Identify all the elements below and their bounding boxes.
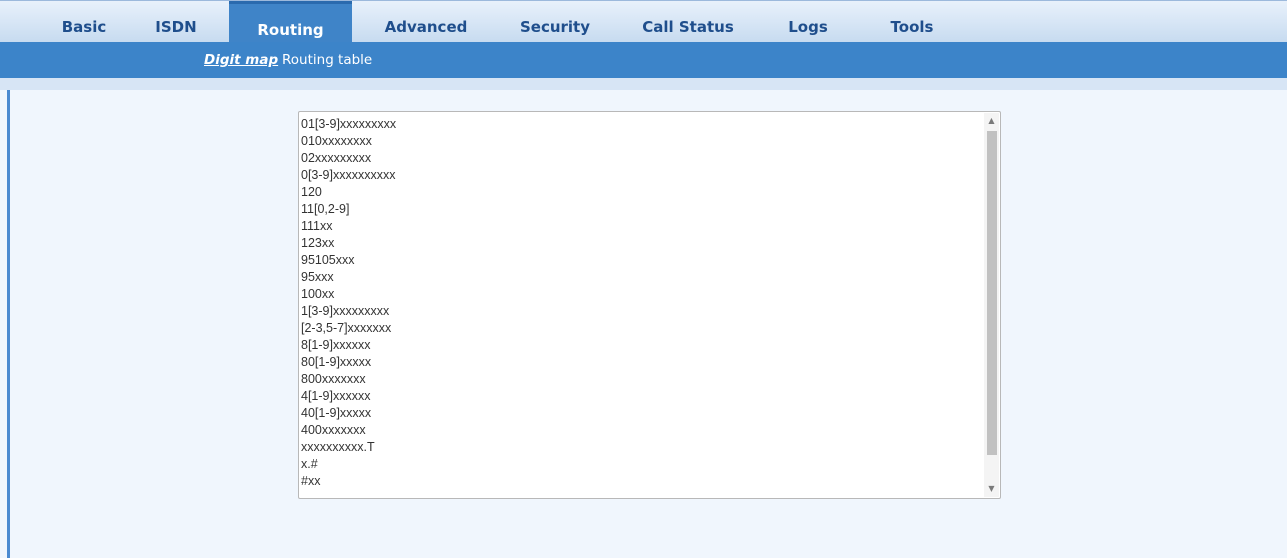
digit-map-line: 80[1-9]xxxxx	[301, 355, 372, 369]
digit-map-line: [2-3,5-7]xxxxxxx	[301, 321, 392, 335]
digit-map-line: 95105xxx	[301, 253, 355, 267]
subnav-routing-table[interactable]: Routing table	[282, 52, 372, 68]
scroll-down-arrow-icon[interactable]: ▼	[984, 481, 999, 497]
digit-map-line: 02xxxxxxxxx	[301, 151, 372, 165]
scroll-thumb[interactable]	[987, 131, 997, 455]
scroll-up-arrow-icon[interactable]: ▲	[984, 113, 999, 129]
digit-map-line: 400xxxxxxx	[301, 423, 366, 437]
digit-map-line: 800xxxxxxx	[301, 372, 366, 386]
digit-map-line: 0[3-9]xxxxxxxxxx	[301, 168, 396, 182]
tab-isdn[interactable]: ISDN	[148, 1, 204, 43]
digit-map-textarea[interactable]: 01[3-9]xxxxxxxxx 010xxxxxxxx 02xxxxxxxxx…	[298, 111, 1001, 499]
digit-map-line: 120	[301, 185, 322, 199]
tab-tools[interactable]: Tools	[882, 1, 942, 43]
left-border	[7, 90, 10, 558]
digit-map-line: 4[1-9]xxxxxx	[301, 389, 371, 403]
tab-routing[interactable]: Routing	[229, 1, 352, 43]
digit-map-lines: 01[3-9]xxxxxxxxx 010xxxxxxxx 02xxxxxxxxx…	[301, 116, 981, 490]
sub-navigation: Digit map Routing table	[0, 42, 1287, 78]
tab-security[interactable]: Security	[517, 1, 593, 43]
subnav-digit-map[interactable]: Digit map	[204, 52, 278, 68]
tab-basic[interactable]: Basic	[56, 1, 112, 43]
vertical-scrollbar[interactable]: ▲ ▼	[984, 113, 999, 497]
digit-map-line: #xx	[301, 474, 321, 488]
digit-map-line: 95xxx	[301, 270, 334, 284]
top-navigation: Basic ISDN Routing Advanced Security Cal…	[0, 0, 1287, 43]
nav-separator	[0, 78, 1287, 90]
digit-map-line: xxxxxxxxxx.T	[301, 440, 375, 454]
digit-map-line: 01[3-9]xxxxxxxxx	[301, 117, 397, 131]
digit-map-line: 123xx	[301, 236, 335, 250]
digit-map-line: 40[1-9]xxxxx	[301, 406, 372, 420]
digit-map-line: 100xx	[301, 287, 335, 301]
tab-call-status[interactable]: Call Status	[636, 1, 740, 43]
digit-map-line: x.#	[301, 457, 318, 471]
digit-map-line: 111xx	[301, 219, 333, 233]
digit-map-line: 010xxxxxxxx	[301, 134, 372, 148]
tab-logs[interactable]: Logs	[783, 1, 833, 43]
tab-advanced[interactable]: Advanced	[378, 1, 474, 43]
digit-map-line: 8[1-9]xxxxxx	[301, 338, 371, 352]
digit-map-line: 11[0,2-9]	[301, 202, 350, 216]
digit-map-line: 1[3-9]xxxxxxxxx	[301, 304, 390, 318]
